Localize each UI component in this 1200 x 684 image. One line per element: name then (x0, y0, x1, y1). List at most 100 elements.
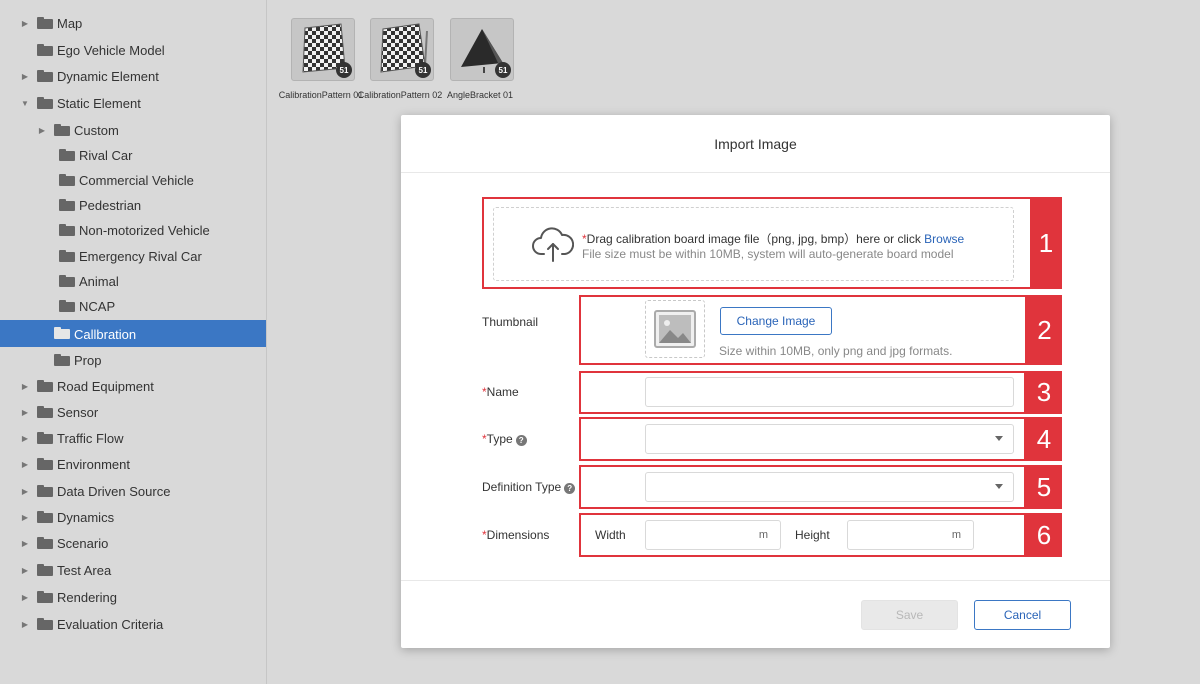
tree-item-static-element[interactable]: ▼ Static Element (0, 90, 266, 116)
caret-right-icon[interactable]: ▶ (20, 433, 30, 443)
asset-thumbnail[interactable]: 51 (370, 18, 434, 81)
tree-item-traffic-flow[interactable]: ▶ Traffic Flow (0, 425, 266, 451)
upload-instruction-text: Drag calibration board image file（png, j… (586, 232, 925, 246)
name-input[interactable] (645, 377, 1014, 407)
tree-item-rendering[interactable]: ▶ Rendering (0, 584, 266, 610)
folder-icon (37, 485, 53, 497)
folder-icon (54, 354, 70, 366)
annotation-number-3: 3 (1026, 371, 1062, 414)
caret-right-icon[interactable]: ▶ (20, 592, 30, 602)
type-select[interactable] (645, 424, 1014, 454)
caret-right-icon[interactable]: ▶ (20, 381, 30, 391)
browse-link[interactable]: Browse (924, 232, 964, 246)
tree-item-callbration[interactable]: Callbration (0, 320, 266, 347)
cancel-button[interactable]: Cancel (974, 600, 1071, 630)
tree-item-label: Dynamics (57, 510, 115, 525)
tree-item-road-equipment[interactable]: ▶ Road Equipment (0, 373, 266, 399)
chevron-down-icon (995, 436, 1003, 441)
tree-item-label: Test Area (57, 563, 112, 578)
asset-thumbnail[interactable]: 51 (291, 18, 355, 81)
folder-icon (37, 406, 53, 418)
tree-item-evaluation-criteria[interactable]: ▶ Evaluation Criteria (0, 611, 266, 637)
tree-item-label: Dynamic Element (57, 69, 159, 84)
tree-item-data-driven-source[interactable]: ▶ Data Driven Source (0, 478, 266, 504)
caret-right-icon[interactable]: ▶ (37, 125, 47, 135)
tree-item-ego-vehicle-model[interactable]: Ego Vehicle Model (0, 37, 266, 63)
asset-name: AngleBracket 01 (446, 90, 514, 100)
folder-icon (59, 250, 75, 262)
definition-type-label-text: Definition Type (482, 480, 562, 494)
annotation-number-6: 6 (1026, 513, 1062, 557)
tree-item-label: Callbration (74, 327, 137, 342)
folder-icon (37, 458, 53, 470)
tree-item-label: Emergency Rival Car (79, 249, 202, 264)
tree-item-label: Commercial Vehicle (79, 173, 194, 188)
tree-item-label: Static Element (57, 96, 141, 111)
folder-icon (37, 591, 53, 603)
folder-icon (59, 224, 75, 236)
upload-drop-zone[interactable]: *Drag calibration board image file（png, … (493, 207, 1014, 281)
caret-down-icon[interactable]: ▼ (20, 98, 30, 108)
folder-open-icon (37, 97, 53, 109)
folder-icon (59, 199, 75, 211)
tree-item-sensor[interactable]: ▶ Sensor (0, 399, 266, 425)
dialog-header: Import Image (401, 115, 1110, 173)
folder-icon (37, 537, 53, 549)
version-badge: 51 (495, 62, 511, 78)
caret-right-icon[interactable]: ▶ (20, 538, 30, 548)
tree-item-test-area[interactable]: ▶ Test Area (0, 557, 266, 583)
tree-item-emergency-rival-car[interactable]: Emergency Rival Car (0, 243, 266, 269)
save-button[interactable]: Save (861, 600, 958, 630)
asset-thumbnail[interactable]: 51 (450, 18, 514, 81)
tree-item-label: Map (57, 16, 83, 31)
caret-right-icon[interactable]: ▶ (20, 18, 30, 28)
tree-item-label: NCAP (79, 299, 116, 314)
name-label: *Name (482, 385, 519, 399)
folder-icon (37, 44, 53, 56)
tree-item-rival-car[interactable]: Rival Car (0, 142, 266, 168)
caret-right-icon[interactable]: ▶ (20, 565, 30, 575)
definition-type-select[interactable] (645, 472, 1014, 502)
caret-right-icon[interactable]: ▶ (20, 407, 30, 417)
tree-item-scenario[interactable]: ▶ Scenario (0, 530, 266, 556)
tree-item-label: Data Driven Source (57, 484, 171, 499)
help-icon[interactable]: ? (564, 483, 576, 494)
tree-item-label: Rendering (57, 590, 117, 605)
dimensions-label: *Dimensions (482, 528, 549, 542)
caret-right-icon[interactable]: ▶ (20, 619, 30, 629)
folder-icon (59, 149, 75, 161)
version-badge: 51 (336, 62, 352, 78)
tree-item-animal[interactable]: Animal (0, 268, 266, 294)
caret-right-icon[interactable]: ▶ (20, 512, 30, 522)
caret-right-icon[interactable]: ▶ (20, 486, 30, 496)
width-input[interactable]: m (645, 520, 781, 550)
tree-item-custom[interactable]: ▶ Custom (0, 117, 266, 143)
annotation-number-1: 1 (1030, 197, 1062, 289)
type-label: *Type? (482, 432, 527, 446)
caret-right-icon[interactable]: ▶ (20, 71, 30, 81)
folder-icon (54, 327, 70, 339)
tree-item-pedestrian[interactable]: Pedestrian (0, 192, 266, 218)
asset-tree-sidebar: ▶ Map Ego Vehicle Model ▶ Dynamic Elemen… (0, 0, 267, 684)
tree-item-environment[interactable]: ▶ Environment (0, 451, 266, 477)
tree-item-label: Ego Vehicle Model (57, 43, 165, 58)
dimensions-label-text: Dimensions (486, 528, 550, 542)
tree-item-prop[interactable]: Prop (0, 347, 266, 373)
change-image-button[interactable]: Change Image (720, 307, 832, 335)
folder-icon (37, 618, 53, 630)
tree-item-dynamic-element[interactable]: ▶ Dynamic Element (0, 63, 266, 89)
tree-item-non-motorized-vehicle[interactable]: Non-motorized Vehicle (0, 217, 266, 243)
tree-item-map[interactable]: ▶ Map (0, 10, 266, 36)
tree-item-ncap[interactable]: NCAP (0, 293, 266, 319)
thumbnail-preview[interactable] (645, 300, 705, 358)
folder-icon (59, 174, 75, 186)
help-icon[interactable]: ? (515, 435, 527, 446)
folder-icon (59, 275, 75, 287)
tree-item-dynamics[interactable]: ▶ Dynamics (0, 504, 266, 530)
dialog-title: Import Image (714, 135, 797, 152)
height-input[interactable]: m (847, 520, 974, 550)
tree-item-commercial-vehicle[interactable]: Commercial Vehicle (0, 167, 266, 193)
tree-item-label: Scenario (57, 536, 109, 551)
caret-right-icon[interactable]: ▶ (20, 459, 30, 469)
import-image-dialog: Import Image 1 *Drag calibration board i… (401, 115, 1110, 648)
